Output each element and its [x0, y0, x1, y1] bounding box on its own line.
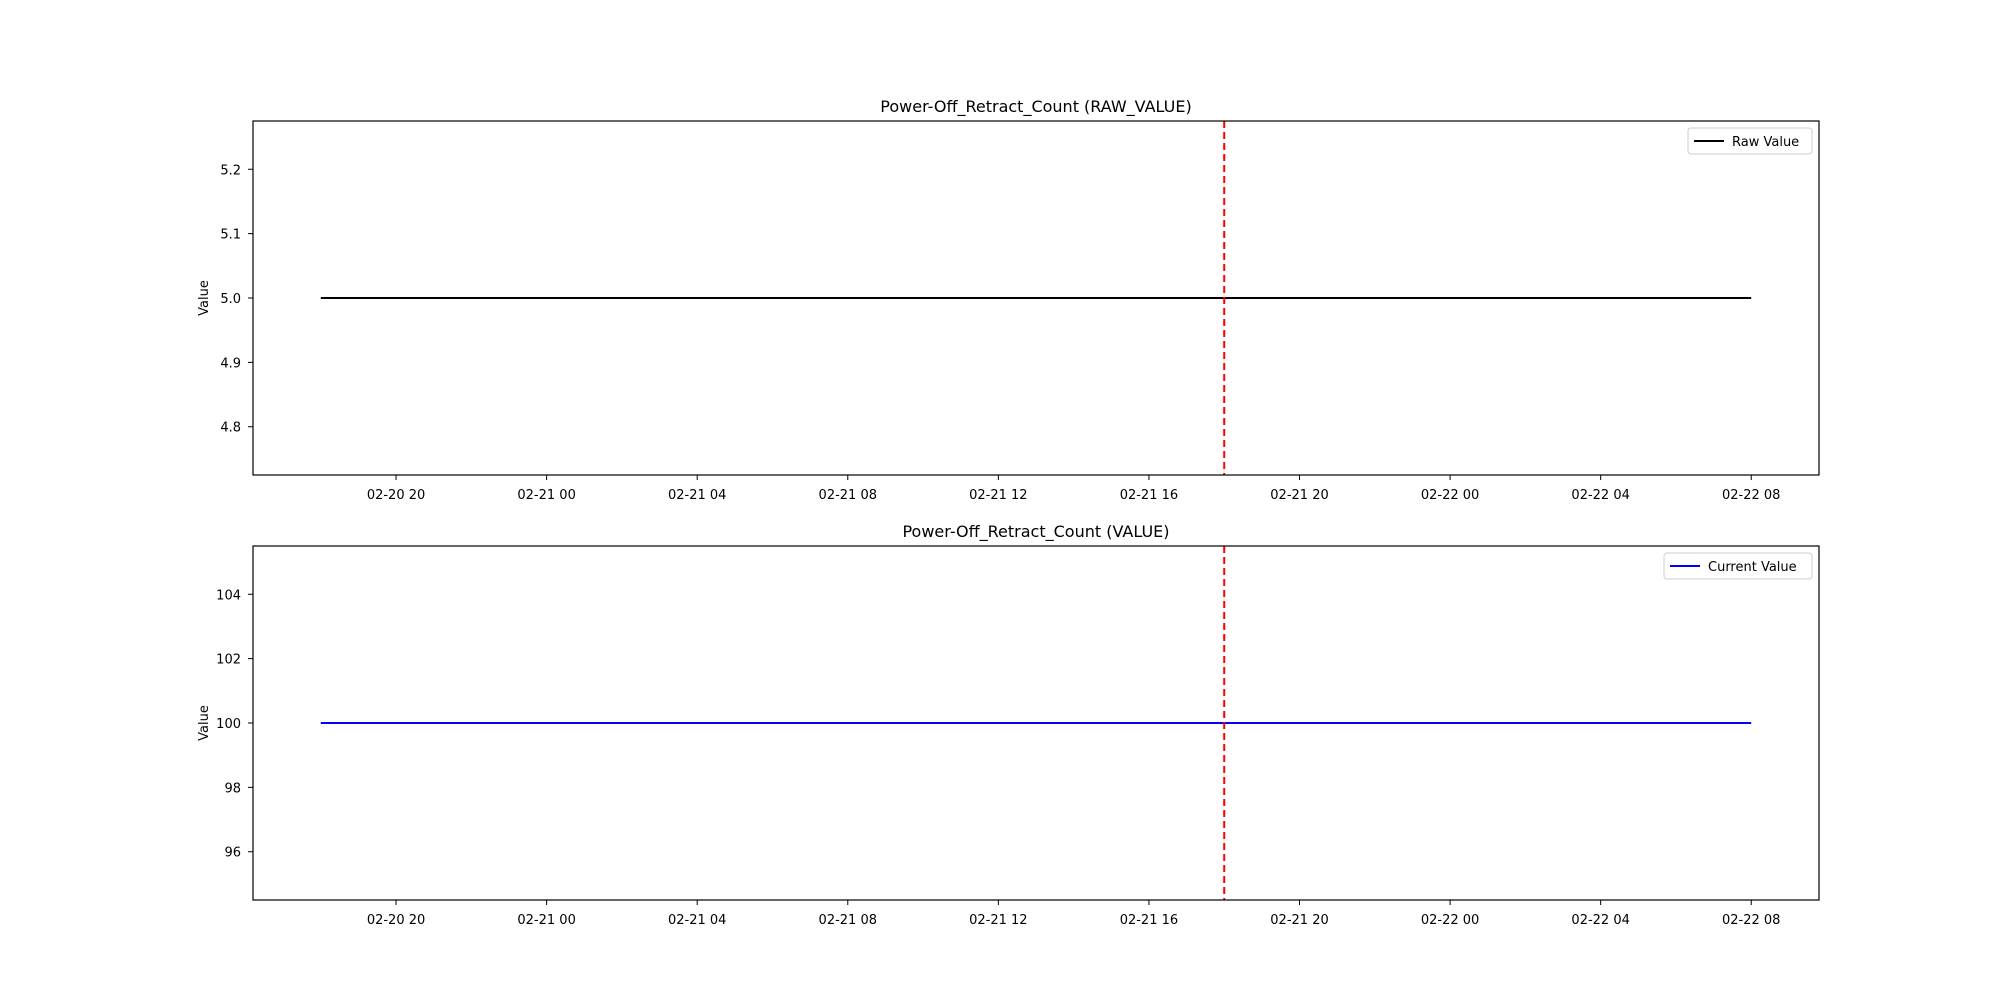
x-tick-label: 02-22 08	[1722, 913, 1780, 928]
y-tick-label: 102	[216, 653, 241, 668]
y-tick-label: 5.0	[220, 292, 241, 307]
x-tick-label: 02-20 20	[367, 488, 425, 503]
y-tick-label: 4.9	[220, 356, 241, 371]
x-tick-label: 02-21 16	[1120, 488, 1178, 503]
x-tick-label: 02-22 04	[1571, 913, 1629, 928]
x-tick-label: 02-22 04	[1571, 488, 1629, 503]
x-tick-label: 02-21 00	[517, 488, 575, 503]
x-tick-label: 02-21 20	[1270, 913, 1328, 928]
x-tick-label: 02-21 08	[819, 488, 877, 503]
figure: Power-Off_Retract_Count (RAW_VALUE) Value…	[197, 97, 1820, 928]
y-tick-label: 104	[216, 588, 241, 603]
chart-2: Power-Off_Retract_Count (VALUE) Value 02-2…	[197, 522, 1820, 928]
y-tick-label: 98	[224, 781, 241, 796]
x-tick-label: 02-22 00	[1421, 488, 1479, 503]
chart-title: Power-Off_Retract_Count (VALUE)	[902, 522, 1169, 542]
y-tick-label: 100	[216, 717, 241, 732]
y-tick-label: 5.1	[220, 228, 241, 243]
x-tick-label: 02-21 08	[819, 913, 877, 928]
x-tick-label: 02-20 20	[367, 913, 425, 928]
y-tick-label: 96	[224, 846, 241, 861]
x-tick-label: 02-21 04	[668, 913, 726, 928]
x-tick-label: 02-22 08	[1722, 488, 1780, 503]
y-tick-label: 4.8	[220, 421, 241, 436]
y-tick-label: 5.2	[220, 163, 241, 178]
x-tick-label: 02-21 00	[517, 913, 575, 928]
chart-title: Power-Off_Retract_Count (RAW_VALUE)	[880, 97, 1191, 117]
y-axis-label: Value	[197, 280, 212, 316]
y-axis-label: Value	[197, 705, 212, 741]
x-tick-label: 02-22 00	[1421, 913, 1479, 928]
x-tick-label: 02-21 20	[1270, 488, 1328, 503]
chart-1: Power-Off_Retract_Count (RAW_VALUE) Value…	[197, 97, 1820, 503]
legend-label: Current Value	[1708, 560, 1797, 575]
legend-label: Raw Value	[1732, 135, 1799, 150]
x-tick-label: 02-21 16	[1120, 913, 1178, 928]
x-tick-label: 02-21 04	[668, 488, 726, 503]
x-tick-label: 02-21 12	[969, 488, 1027, 503]
x-tick-label: 02-21 12	[969, 913, 1027, 928]
